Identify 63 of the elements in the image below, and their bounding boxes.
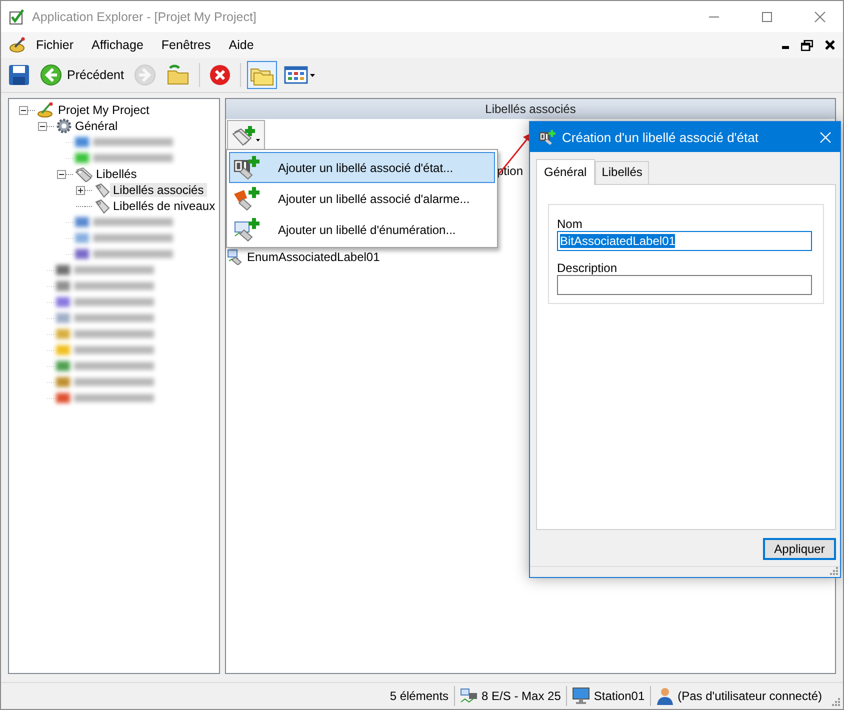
- tree-item[interactable]: Libellés: [93, 167, 140, 181]
- field-label: Description: [557, 262, 618, 275]
- alarm-label-icon: [233, 186, 261, 212]
- tag-icon: [94, 182, 110, 198]
- maximize-icon: [761, 10, 773, 22]
- collapse-toggle[interactable]: [57, 170, 66, 178]
- restore-icon: [801, 40, 813, 50]
- close-icon: [820, 132, 830, 142]
- app-icon: [9, 8, 25, 24]
- user-icon: [656, 687, 674, 705]
- resize-grip-icon: [830, 567, 838, 575]
- list-item[interactable]: EnumAssociatedLabel01: [247, 250, 380, 264]
- input-field[interactable]: BitAssociatedLabel01: [557, 231, 812, 251]
- gear-icon: [56, 118, 72, 134]
- collapse-toggle[interactable]: [38, 122, 47, 130]
- expand-toggle[interactable]: [76, 186, 85, 194]
- project-icon: [37, 102, 55, 118]
- tab[interactable]: Libellés: [594, 161, 650, 184]
- app-menu-icon: [9, 37, 27, 53]
- stop-icon: [208, 64, 231, 86]
- folder-icon: [166, 64, 190, 86]
- folders-button[interactable]: [246, 61, 277, 89]
- status-text: Station01: [594, 689, 645, 703]
- tree-item[interactable]: Projet My Project: [55, 103, 152, 117]
- panel-header: Libellés associés: [226, 99, 835, 119]
- menu-item[interactable]: Aide: [220, 35, 263, 55]
- menu-item[interactable]: Fenêtres: [152, 35, 220, 55]
- minimize-icon: [782, 46, 789, 48]
- back-button[interactable]: Précédent: [37, 61, 127, 89]
- state-label-icon: [538, 129, 556, 145]
- tree-item[interactable]: Général: [72, 119, 121, 133]
- state-label-icon: [233, 154, 261, 180]
- status-text: (Pas d'utilisateur connecté): [678, 689, 822, 703]
- tree-item[interactable]: Libellés de niveaux: [110, 199, 218, 213]
- floppy-icon: [8, 64, 30, 86]
- input-field[interactable]: [557, 275, 812, 295]
- menu-item[interactable]: Fichier: [27, 35, 83, 55]
- close-icon: [825, 40, 835, 50]
- add-label-dropdown[interactable]: [227, 120, 265, 151]
- monitor-icon: [572, 687, 590, 705]
- tag-icon: [94, 198, 110, 214]
- field-label: Nom: [557, 218, 584, 231]
- status-text: 5 éléments: [390, 689, 449, 703]
- tree-item[interactable]: Libellés associés: [110, 183, 207, 197]
- enum-label-icon: [233, 216, 261, 242]
- collapse-toggle[interactable]: [19, 106, 28, 114]
- close-icon: [814, 10, 826, 22]
- grid-view-icon: [284, 65, 316, 85]
- menu-item[interactable]: Affichage: [82, 35, 152, 55]
- enum-label-icon: [227, 249, 243, 265]
- tab[interactable]: Général: [536, 159, 595, 185]
- plus-icon: [77, 186, 84, 194]
- resize-grip-icon: [832, 698, 840, 706]
- menu-item[interactable]: Ajouter un libellé associé d'état...: [229, 152, 495, 183]
- menu-item[interactable]: Ajouter un libellé associé d'alarme...: [229, 183, 495, 214]
- tags-icon: [75, 166, 93, 182]
- status-text: 8 E/S - Max 25: [482, 689, 561, 703]
- window-title: Application Explorer - [Projet My Project]: [32, 10, 258, 24]
- add-tag-icon: [232, 125, 260, 147]
- menu-item[interactable]: Ajouter un libellé d'énumération...: [229, 214, 495, 245]
- apply-button[interactable]: Appliquer: [763, 538, 836, 560]
- io-icon: [460, 688, 478, 704]
- dialog-title: Création d'un libellé associé d'état: [562, 130, 758, 144]
